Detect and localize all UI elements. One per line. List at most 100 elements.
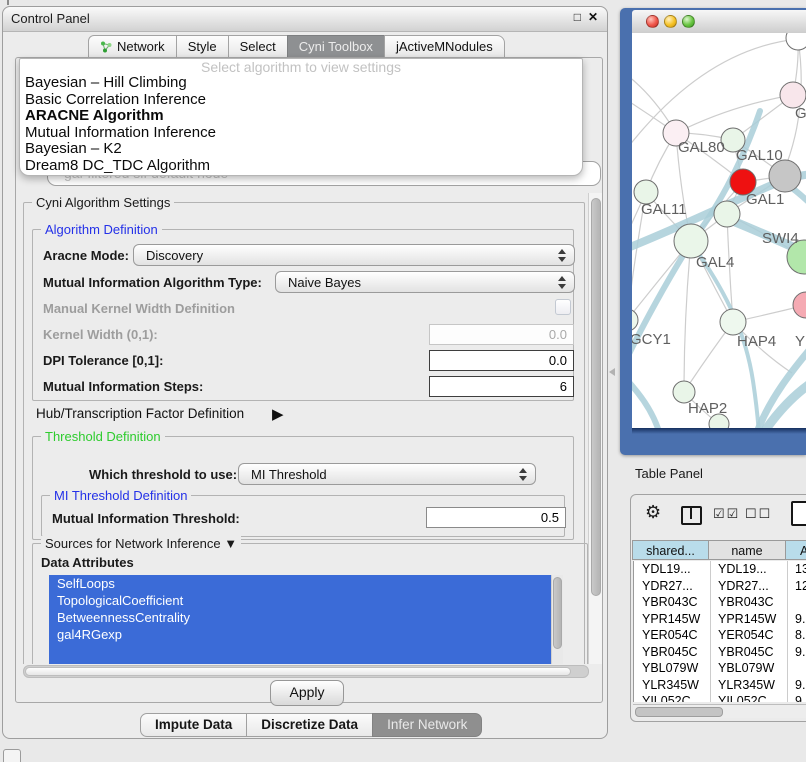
dpi-tolerance-field[interactable]: 0.0	[429, 350, 574, 371]
algorithm-option-basic-correlation-inference[interactable]: Basic Correlation Inference	[20, 92, 582, 109]
minimize-traffic-light[interactable]	[664, 15, 677, 28]
network-node-label: GAL1	[746, 191, 784, 208]
mi-type-value: Naive Bayes	[288, 275, 361, 290]
group-title: MI Threshold Definition	[50, 488, 191, 503]
close-traffic-light[interactable]	[646, 15, 659, 28]
checked-boxes-icon[interactable]: ☑☑	[713, 506, 740, 522]
tab-label: jActiveMNodules	[396, 36, 493, 57]
scrollbar-thumb[interactable]	[25, 667, 571, 676]
table-horizontal-scrollbar[interactable]	[633, 704, 806, 718]
table-row[interactable]: YBL079WYBL079W	[634, 660, 806, 677]
scrollbar-thumb[interactable]	[635, 707, 723, 717]
network-node-label: HAP2	[688, 400, 727, 417]
column-header-shared[interactable]: shared...	[632, 540, 709, 560]
dpi-tolerance-label: DPI Tolerance [0,1]:	[43, 353, 163, 368]
table-row[interactable]: YDR27...YDR27...12	[634, 578, 806, 595]
tab-infer-network[interactable]: Infer Network	[372, 713, 482, 737]
table-row[interactable]: YER054CYER054C8.	[634, 627, 806, 644]
algorithm-option-bayesian-k2[interactable]: Bayesian – K2	[20, 141, 582, 158]
gear-icon[interactable]: ⚙	[645, 503, 661, 521]
network-node-gal4[interactable]	[674, 224, 708, 258]
network-node-swi4[interactable]	[714, 201, 740, 227]
table-cell: YDR27...	[642, 578, 693, 595]
algorithm-option-dream8-dc-tdc-algorithm[interactable]: Dream8 DC_TDC Algorithm	[20, 158, 582, 175]
table-cell: YIL052C	[718, 693, 767, 702]
table-cell: YPR145W	[718, 611, 776, 628]
mi-type-select[interactable]: Naive Bayes	[275, 271, 575, 293]
tab-impute-data[interactable]: Impute Data	[140, 713, 247, 737]
tab-network[interactable]: Network	[88, 35, 177, 58]
window-frame-shadow	[632, 428, 806, 434]
attribute-item-betweennesscentrality[interactable]: BetweennessCentrality	[49, 609, 551, 626]
table-row[interactable]: YLR345WYLR345W9.	[634, 677, 806, 694]
attribute-item-topologicalcoefficient[interactable]: TopologicalCoefficient	[49, 592, 551, 609]
algorithm-option-mutual-information-inference[interactable]: Mutual Information Inference	[20, 125, 582, 142]
scrollbar-thumb[interactable]	[553, 577, 562, 649]
table-row[interactable]: YPR145WYPR145W9.	[634, 611, 806, 628]
panel-splitter-handle[interactable]	[609, 368, 615, 376]
control-panel-tabs: Network Style Select Cyni Toolbox jActiveMNo…	[89, 35, 505, 58]
table-cell: 9.	[795, 677, 805, 694]
group-title: Cyni Algorithm Settings	[32, 195, 174, 210]
attributes-list-scrollbar[interactable]	[551, 575, 563, 664]
table-row[interactable]: YBR045CYBR045C9.	[634, 644, 806, 661]
table-row[interactable]: YDL19...YDL19...13	[634, 561, 806, 578]
network-node[interactable]	[769, 160, 801, 192]
bottom-corner-button[interactable]	[3, 749, 21, 762]
network-edge	[676, 95, 793, 133]
aracne-mode-value: Discovery	[146, 248, 203, 263]
table-cell: 9.	[795, 693, 805, 702]
attribute-item-selfloops[interactable]: SelfLoops	[49, 575, 551, 592]
column-header-a[interactable]: A	[785, 540, 806, 560]
mi-steps-field[interactable]: 6	[429, 376, 574, 397]
settings-scroll-viewport: Cyni Algorithm Settings Algorithm Defini…	[21, 193, 589, 664]
collapse-down-arrow-icon[interactable]: ▼	[224, 536, 237, 551]
table-row[interactable]: YBR043CYBR043C	[634, 594, 806, 611]
tab-cyni-toolbox[interactable]: Cyni Toolbox	[287, 35, 385, 58]
export-table-icon[interactable]	[791, 501, 806, 526]
network-node-y[interactable]	[793, 292, 806, 318]
network-node-label: HAP4	[737, 333, 776, 350]
split-columns-icon[interactable]	[681, 506, 702, 525]
sources-group: Sources for Network Inference ▼ Data Att…	[32, 543, 588, 664]
zoom-traffic-light[interactable]	[682, 15, 695, 28]
network-canvas[interactable]: GALGAL80GAL10GAL1GAL11SWI4GAL4GCY1HAP4YH…	[632, 33, 806, 428]
float-window-icon[interactable]: □	[574, 10, 581, 24]
scrollbar-thumb[interactable]	[591, 198, 601, 596]
settings-scrollbar[interactable]	[588, 193, 602, 664]
mi-threshold-field[interactable]: 0.5	[426, 507, 566, 528]
network-node[interactable]	[786, 33, 806, 50]
mi-threshold-label: Mutual Information Threshold:	[52, 511, 240, 526]
network-edge-highlighted	[632, 375, 660, 428]
tab-style[interactable]: Style	[176, 35, 229, 58]
aracne-mode-select[interactable]: Discovery	[133, 244, 575, 266]
attribute-item-gal4rgexp[interactable]: gal4RGexp	[49, 626, 551, 643]
table-row[interactable]: YIL052CYIL052C9.	[634, 693, 806, 702]
close-icon[interactable]: ✕	[588, 10, 598, 24]
network-node-gcy1[interactable]	[632, 309, 638, 331]
cyni-algorithm-settings-group: Cyni Algorithm Settings Algorithm Defini…	[23, 202, 585, 664]
algorithm-option-bayesian-hill-climbing[interactable]: Bayesian – Hill Climbing	[20, 75, 582, 92]
data-attributes-list[interactable]: SelfLoopsTopologicalCoefficientBetweenne…	[49, 575, 551, 664]
tab-label: Select	[240, 36, 276, 57]
which-threshold-select[interactable]: MI Threshold	[238, 463, 536, 485]
kernel-width-field: 0.0	[429, 324, 574, 345]
expand-right-arrow-icon[interactable]: ▶	[272, 405, 284, 423]
table-cell: 9.	[795, 611, 805, 628]
hub-definition-label[interactable]: Hub/Transcription Factor Definition	[36, 406, 244, 421]
network-node-hap4[interactable]	[720, 309, 746, 335]
network-window-titlebar[interactable]	[632, 10, 806, 34]
tab-select[interactable]: Select	[228, 35, 288, 58]
table-cell: 12	[795, 578, 806, 595]
data-attributes-label: Data Attributes	[41, 555, 134, 570]
tab-discretize-data[interactable]: Discretize Data	[246, 713, 373, 737]
aracne-mode-label: Aracne Mode:	[43, 248, 129, 263]
tab-label: Style	[188, 36, 217, 57]
column-header-name[interactable]: name	[708, 540, 786, 560]
network-node-label: Y	[795, 333, 805, 350]
apply-button[interactable]: Apply	[270, 680, 344, 706]
unchecked-boxes-icon[interactable]: ☐☐	[745, 506, 772, 522]
settings-horizontal-scrollbar[interactable]	[23, 665, 589, 678]
algorithm-option-aracne-algorithm[interactable]: ARACNE Algorithm	[20, 108, 582, 125]
tab-jactivemnodules[interactable]: jActiveMNodules	[384, 35, 505, 58]
